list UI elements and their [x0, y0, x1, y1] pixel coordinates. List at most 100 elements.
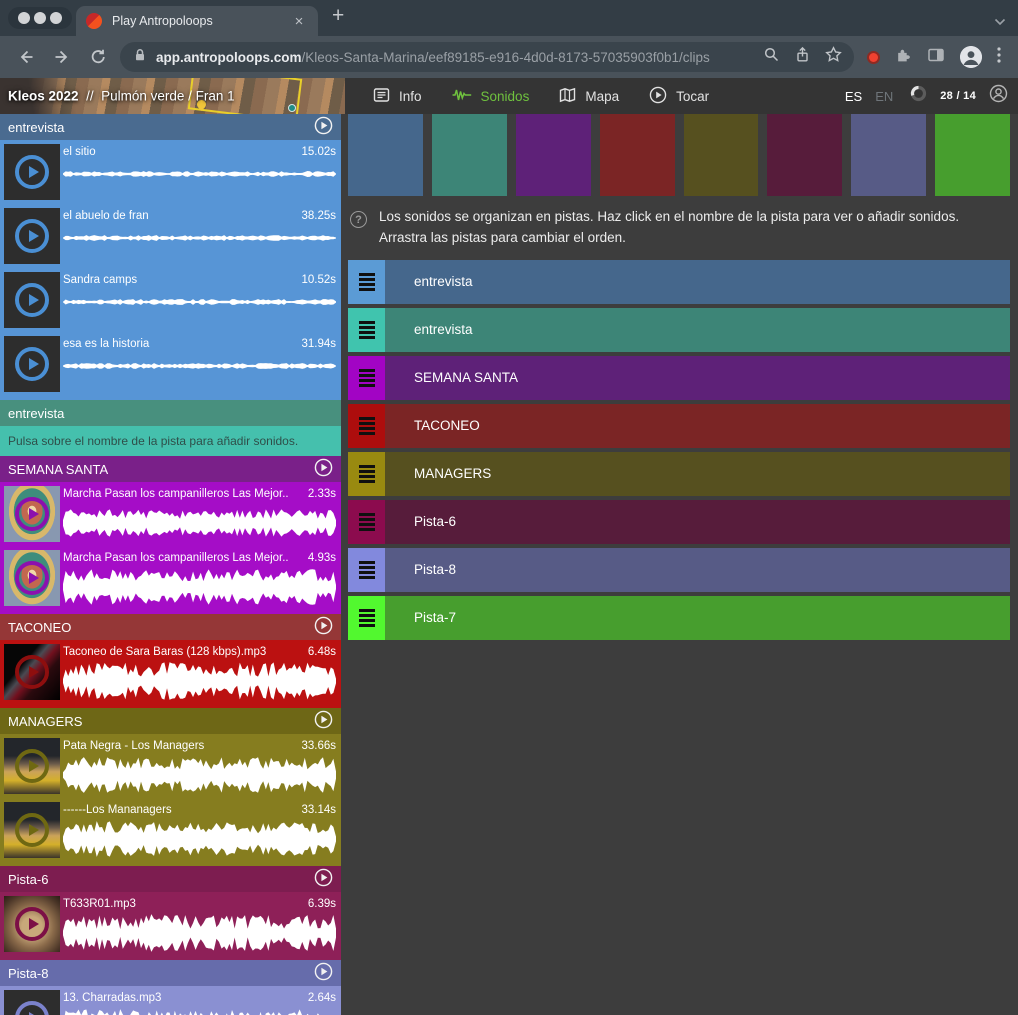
nav-item-mapa[interactable]: Mapa: [559, 87, 619, 106]
track-section-header[interactable]: SEMANA SANTA: [0, 456, 341, 482]
clip-item[interactable]: Sandra camps10.52s: [0, 268, 341, 332]
track-play-button[interactable]: [314, 962, 333, 984]
track-section-header[interactable]: TACONEO: [0, 614, 341, 640]
clip-play-icon[interactable]: [15, 1001, 49, 1015]
clip-play-icon[interactable]: [15, 749, 49, 783]
clip-item[interactable]: el abuelo de fran38.25s: [0, 204, 341, 268]
window-controls[interactable]: [8, 7, 72, 29]
clip-play-icon[interactable]: [15, 655, 49, 689]
zoom-window-button[interactable]: [50, 12, 62, 24]
address-bar[interactable]: app.antropoloops.com/Kleos-Santa-Marina/…: [120, 42, 854, 72]
clip-waveform[interactable]: [63, 231, 336, 245]
track-play-button[interactable]: [314, 868, 333, 890]
track-section-header[interactable]: entrevista: [0, 400, 341, 426]
track-drag-handle[interactable]: [348, 308, 385, 352]
track-drag-handle[interactable]: [348, 452, 385, 496]
project-banner[interactable]: Kleos 2022 // Pulmón verde / Fran 1: [0, 78, 345, 114]
lock-icon[interactable]: [132, 47, 148, 68]
track-section-header[interactable]: Pista-8: [0, 960, 341, 986]
track-row[interactable]: Pista-6: [348, 500, 1010, 544]
track-row-body[interactable]: Pista-6: [385, 500, 1010, 544]
clip-play-icon[interactable]: [15, 347, 49, 381]
track-play-button[interactable]: [314, 710, 333, 732]
side-panel-icon[interactable]: [927, 47, 945, 68]
browser-menu-kebab-icon[interactable]: [997, 47, 1001, 68]
track-drag-handle[interactable]: [348, 404, 385, 448]
track-row[interactable]: entrevista: [348, 308, 1010, 352]
clip-play-icon[interactable]: [15, 561, 49, 595]
nav-item-info[interactable]: Info: [373, 87, 422, 106]
clip-item[interactable]: Pata Negra - Los Managers33.66s: [0, 734, 341, 798]
track-section-header[interactable]: entrevista: [0, 114, 341, 140]
track-row[interactable]: TACONEO: [348, 404, 1010, 448]
clip-waveform[interactable]: [63, 295, 336, 309]
clip-play-icon[interactable]: [15, 497, 49, 531]
clip-waveform[interactable]: [63, 1008, 336, 1015]
track-row-body[interactable]: entrevista: [385, 308, 1010, 352]
clip-play-icon[interactable]: [15, 813, 49, 847]
track-row-body[interactable]: entrevista: [385, 260, 1010, 304]
track-row[interactable]: Pista-7: [348, 596, 1010, 640]
clip-waveform[interactable]: [63, 167, 336, 181]
bookmark-star-icon[interactable]: [825, 46, 842, 68]
clip-item[interactable]: ------Los Mananagers33.14s: [0, 798, 341, 862]
track-play-button[interactable]: [314, 616, 333, 638]
track-row[interactable]: Pista-8: [348, 548, 1010, 592]
track-drag-handle[interactable]: [348, 548, 385, 592]
track-play-button[interactable]: [314, 458, 333, 480]
new-tab-button[interactable]: +: [332, 4, 344, 28]
track-drag-handle[interactable]: [348, 500, 385, 544]
track-row-body[interactable]: Pista-7: [385, 596, 1010, 640]
browser-tab[interactable]: Play Antropoloops ×: [76, 6, 318, 36]
reload-button[interactable]: [84, 43, 112, 71]
profile-avatar[interactable]: [960, 46, 982, 68]
clip-waveform[interactable]: [63, 359, 336, 373]
clip-waveform[interactable]: [63, 820, 336, 858]
clip-waveform[interactable]: [63, 756, 336, 794]
clip-play-icon[interactable]: [15, 155, 49, 189]
nav-item-tocar[interactable]: Tocar: [649, 86, 709, 107]
clip-play-icon[interactable]: [15, 219, 49, 253]
clip-item[interactable]: T633R01.mp36.39s: [0, 892, 341, 956]
track-row-body[interactable]: MANAGERS: [385, 452, 1010, 496]
clip-item[interactable]: Marcha Pasan los campanilleros Las Mejor…: [0, 482, 341, 546]
clip-waveform[interactable]: [63, 662, 336, 700]
search-icon[interactable]: [763, 46, 780, 68]
clip-waveform[interactable]: [63, 568, 336, 606]
track-drag-handle[interactable]: [348, 260, 385, 304]
account-icon[interactable]: [989, 84, 1008, 108]
clip-play-icon[interactable]: [15, 907, 49, 941]
track-row[interactable]: entrevista: [348, 260, 1010, 304]
clip-play-icon[interactable]: [15, 283, 49, 317]
track-row-body[interactable]: Pista-8: [385, 548, 1010, 592]
minimize-window-button[interactable]: [34, 12, 46, 24]
track-row-body[interactable]: TACONEO: [385, 404, 1010, 448]
track-drag-handle[interactable]: [348, 596, 385, 640]
nav-item-sonidos[interactable]: Sonidos: [452, 87, 530, 106]
clip-item[interactable]: 13. Charradas.mp32.64s: [0, 986, 341, 1015]
recording-extension-icon[interactable]: [867, 51, 880, 64]
track-section-header[interactable]: Pista-6: [0, 866, 341, 892]
track-row-body[interactable]: SEMANA SANTA: [385, 356, 1010, 400]
track-play-button[interactable]: [314, 116, 333, 138]
share-icon[interactable]: [794, 46, 811, 68]
tab-search-chevron-icon[interactable]: [994, 13, 1006, 31]
forward-button[interactable]: [48, 43, 76, 71]
track-section-header[interactable]: MANAGERS: [0, 708, 341, 734]
track-row[interactable]: SEMANA SANTA: [348, 356, 1010, 400]
back-button[interactable]: [12, 43, 40, 71]
url-text[interactable]: app.antropoloops.com/Kleos-Santa-Marina/…: [156, 50, 755, 65]
tab-close-icon[interactable]: ×: [290, 13, 308, 30]
clip-waveform[interactable]: [63, 504, 336, 542]
clip-item[interactable]: Taconeo de Sara Baras (128 kbps).mp36.48…: [0, 640, 341, 704]
close-window-button[interactable]: [18, 12, 30, 24]
extensions-puzzle-icon[interactable]: [895, 46, 912, 68]
clip-item[interactable]: el sitio15.02s: [0, 140, 341, 204]
track-row[interactable]: MANAGERS: [348, 452, 1010, 496]
language-en-button[interactable]: EN: [875, 89, 893, 104]
track-drag-handle[interactable]: [348, 356, 385, 400]
clip-item[interactable]: Marcha Pasan los campanilleros Las Mejor…: [0, 546, 341, 610]
language-es-button[interactable]: ES: [845, 89, 862, 104]
clip-item[interactable]: esa es la historia31.94s: [0, 332, 341, 396]
clip-waveform[interactable]: [63, 914, 336, 952]
